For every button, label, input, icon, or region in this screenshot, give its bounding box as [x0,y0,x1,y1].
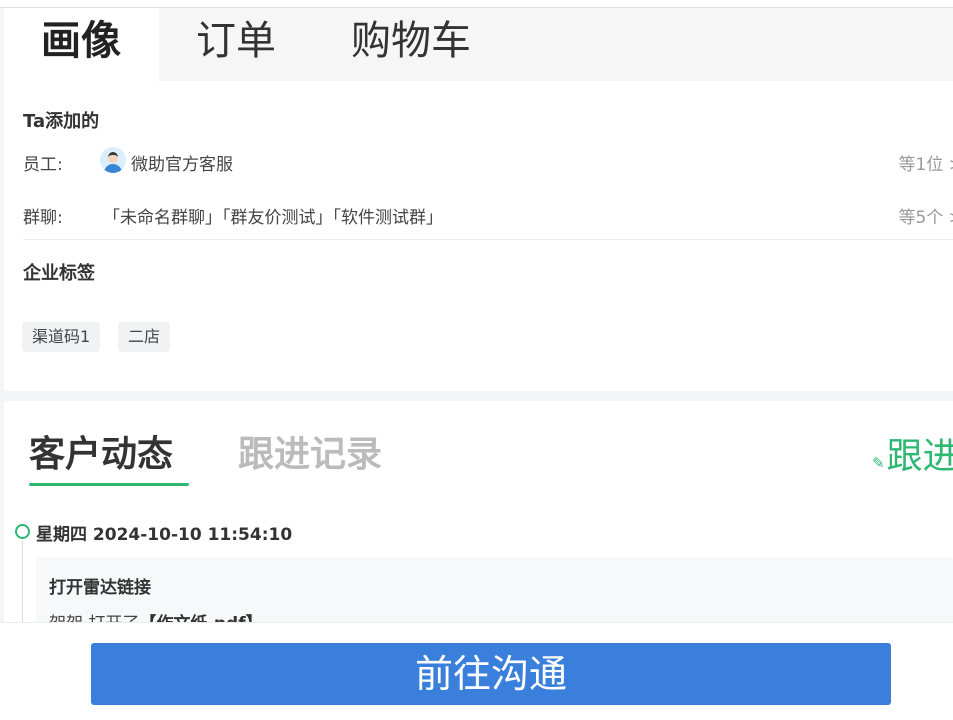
staff-label: 员工: [23,155,63,175]
follow-up-label: 跟进 [886,436,953,477]
avatar-body [104,164,122,173]
customer-profile-card: Ta添加的 员工: 微助官方客服 等1位 > 群聊: 「未命名群聊」「群友价测试… [4,81,953,391]
tab-cart[interactable]: 购物车 [351,8,501,81]
staff-name: 微助官方客服 [131,155,233,175]
timeline-date: 星期四 2024-10-10 11:54:10 [36,525,293,545]
timeline-dot [15,524,30,539]
enterprise-tags-title: 企业标签 [23,263,95,284]
tab-profile[interactable]: 画像 [4,8,159,81]
enterprise-tag: 二店 [118,322,171,352]
staff-more-link[interactable]: 等1位 > [899,150,953,175]
bottom-action-bar: 前往沟通 [0,622,953,720]
tab-customer-dynamics[interactable]: 客户动态 [29,425,173,477]
profile-tabs: 画像 订单 购物车 [4,8,953,81]
group-label: 群聊: [23,208,63,228]
avatar-head [108,152,118,163]
group-more-link[interactable]: 等5个 > [899,203,953,228]
section-divider [23,239,953,240]
staff-avatar [100,147,126,173]
customer-dynamics-card: 客户动态 跟进记录 ✎跟进 星期四 2024-10-10 11:54:10 打开… [4,401,953,641]
top-divider [0,0,953,8]
follow-up-button[interactable]: ✎跟进 [872,427,953,479]
tab-orders[interactable]: 订单 [196,8,306,81]
go-communicate-button[interactable]: 前往沟通 [91,643,891,705]
timeline-event-title: 打开雷达链接 [49,578,151,598]
active-tab-underline [29,483,189,486]
pen-icon: ✎ [872,454,885,472]
added-by-title: Ta添加的 [23,111,100,132]
enterprise-tag: 渠道码1 [22,322,101,352]
tab-follow-records[interactable]: 跟进记录 [238,425,382,477]
group-list: 「未命名群聊」「群友价测试」「软件测试群」 [103,208,443,228]
